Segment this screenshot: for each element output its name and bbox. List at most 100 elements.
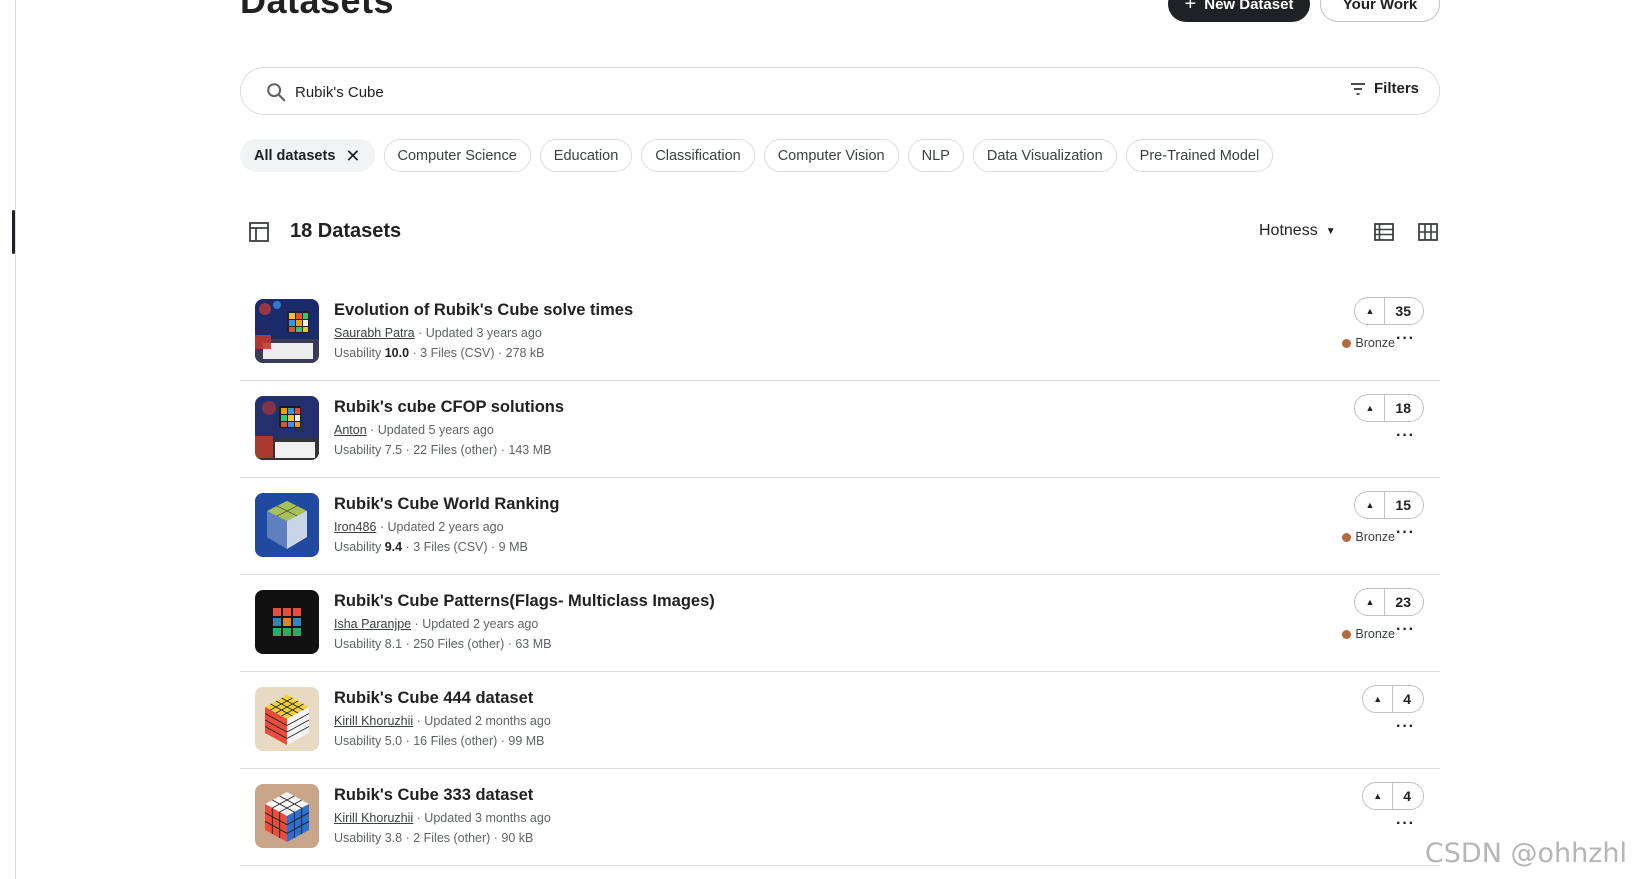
- dataset-updated: · Updated 2 years ago: [411, 617, 539, 631]
- dataset-author-line: Iron486 · Updated 2 years ago: [334, 520, 504, 534]
- grid-view-icon[interactable]: [1417, 221, 1439, 243]
- dataset-stats-line: Usability 7.5 · 22 Files (other) · 143 M…: [334, 443, 551, 457]
- more-horiz-icon[interactable]: ···: [1396, 621, 1415, 639]
- upvote-widget: ▲ 23: [1354, 588, 1424, 616]
- dataset-updated: · Updated 5 years ago: [366, 423, 494, 437]
- usability-score: 9.4: [384, 540, 403, 554]
- more-horiz-icon[interactable]: ···: [1396, 524, 1415, 542]
- dataset-updated: · Updated 2 months ago: [413, 714, 551, 728]
- usability-label: Usability: [334, 443, 385, 457]
- search-icon: [267, 83, 286, 102]
- medal-badge: Bronze: [1342, 530, 1395, 544]
- bronze-medal-icon: [1342, 338, 1352, 348]
- dataset-row[interactable]: Rubik's Cube Patterns(Flags- Multiclass …: [240, 575, 1440, 672]
- caret-down-icon: ▼: [1325, 225, 1336, 237]
- dataset-author[interactable]: Kirill Khoruzhii: [334, 714, 413, 728]
- dataset-row[interactable]: Rubik's cube CFOP solutions Anton · Upda…: [240, 381, 1440, 478]
- upvote-widget: ▲ 35: [1354, 297, 1424, 325]
- chip-education[interactable]: Education: [539, 139, 633, 172]
- usability-score: 10.0: [384, 346, 410, 360]
- category-chips: All datasets ✕ Computer Science Educatio…: [240, 139, 1274, 172]
- more-horiz-icon[interactable]: ···: [1396, 330, 1415, 348]
- dataset-row[interactable]: Rubik's Cube 444 dataset Kirill Khoruzhi…: [240, 672, 1440, 769]
- bronze-medal-icon: [1342, 629, 1352, 639]
- chip-classification[interactable]: Classification: [641, 139, 755, 172]
- dataset-files: · 2 Files (other) · 90 kB: [402, 831, 534, 845]
- upvote-arrow-icon[interactable]: ▲: [1355, 298, 1386, 324]
- chip-computer-science[interactable]: Computer Science: [383, 139, 531, 172]
- filter-icon: [1350, 82, 1365, 95]
- dataset-thumbnail: [255, 784, 319, 848]
- chip-label: All datasets: [254, 147, 336, 164]
- your-work-button[interactable]: Your Work: [1320, 0, 1440, 22]
- dataset-author[interactable]: Iron486: [334, 520, 376, 534]
- dataset-stats-line: Usability 10.0 · 3 Files (CSV) · 278 kB: [334, 346, 545, 360]
- dataset-thumbnail: [255, 493, 319, 557]
- usability-label: Usability: [334, 540, 385, 554]
- dataset-author-line: Kirill Khoruzhii · Updated 2 months ago: [334, 714, 551, 728]
- dataset-author-line: Kirill Khoruzhii · Updated 3 months ago: [334, 811, 551, 825]
- medal-label: Bronze: [1355, 530, 1395, 544]
- vote-count: 23: [1395, 594, 1411, 610]
- close-icon[interactable]: ✕: [345, 147, 360, 165]
- usability-score: 3.8: [384, 831, 403, 845]
- dataset-author[interactable]: Anton: [334, 423, 367, 437]
- dataset-files: · 3 Files (CSV) · 9 MB: [402, 540, 528, 554]
- upvote-arrow-icon[interactable]: ▲: [1355, 492, 1386, 518]
- dataset-title[interactable]: Rubik's cube CFOP solutions: [334, 398, 564, 417]
- usability-score: 5.0: [384, 734, 403, 748]
- chip-pre-trained-model[interactable]: Pre-Trained Model: [1125, 139, 1274, 172]
- dataset-author-line: Anton · Updated 5 years ago: [334, 423, 494, 437]
- dataset-stats-line: Usability 3.8 · 2 Files (other) · 90 kB: [334, 831, 533, 845]
- bronze-medal-icon: [1342, 532, 1352, 542]
- dataset-author[interactable]: Kirill Khoruzhii: [334, 811, 413, 825]
- sort-dropdown[interactable]: Hotness ▼: [1259, 222, 1336, 240]
- upvote-arrow-icon[interactable]: ▲: [1363, 686, 1394, 712]
- dataset-author[interactable]: Saurabh Patra: [334, 326, 415, 340]
- chip-data-visualization[interactable]: Data Visualization: [972, 139, 1117, 172]
- chip-computer-vision[interactable]: Computer Vision: [763, 139, 899, 172]
- upvote-widget: ▲ 15: [1354, 491, 1424, 519]
- dataset-author-line: Saurabh Patra · Updated 3 years ago: [334, 326, 542, 340]
- dataset-title[interactable]: Rubik's Cube 333 dataset: [334, 786, 533, 805]
- vote-count: 15: [1395, 497, 1411, 513]
- dataset-row[interactable]: Rubik's Cube 333 dataset Kirill Khoruzhi…: [240, 769, 1440, 866]
- dataset-title[interactable]: Evolution of Rubik's Cube solve times: [334, 301, 633, 320]
- chip-nlp[interactable]: NLP: [907, 139, 964, 172]
- results-count: 18 Datasets: [290, 220, 402, 242]
- upvote-arrow-icon[interactable]: ▲: [1363, 783, 1394, 809]
- search-input[interactable]: [295, 78, 1195, 106]
- page-title: Datasets: [240, 0, 395, 21]
- more-horiz-icon[interactable]: ···: [1396, 815, 1415, 833]
- dataset-list: Evolution of Rubik's Cube solve times Sa…: [240, 284, 1440, 866]
- table-icon: [249, 222, 269, 242]
- upvote-widget: ▲ 18: [1354, 394, 1424, 422]
- upvote-widget: ▲ 4: [1362, 782, 1424, 810]
- list-view-icon[interactable]: [1373, 221, 1395, 243]
- results-bar: 18 Datasets Hotness ▼: [240, 214, 1440, 250]
- dataset-title[interactable]: Rubik's Cube Patterns(Flags- Multiclass …: [334, 592, 715, 611]
- upvote-arrow-icon[interactable]: ▲: [1355, 395, 1386, 421]
- search-bar[interactable]: Filters: [240, 67, 1440, 115]
- filters-button[interactable]: Filters: [1350, 80, 1419, 97]
- dataset-stats-line: Usability 5.0 · 16 Files (other) · 99 MB: [334, 734, 545, 748]
- more-horiz-icon[interactable]: ···: [1396, 718, 1415, 736]
- dataset-row[interactable]: Rubik's Cube World Ranking Iron486 · Upd…: [240, 478, 1440, 575]
- dataset-files: · 3 Files (CSV) · 278 kB: [409, 346, 545, 360]
- dataset-title[interactable]: Rubik's Cube World Ranking: [334, 495, 559, 514]
- dataset-author[interactable]: Isha Paranjpe: [334, 617, 411, 631]
- dataset-thumbnail: [255, 396, 319, 460]
- dataset-updated: · Updated 3 years ago: [414, 326, 542, 340]
- dataset-updated: · Updated 3 months ago: [413, 811, 551, 825]
- usability-score: 8.1: [384, 637, 403, 651]
- dataset-files: · 250 Files (other) · 63 MB: [402, 637, 552, 651]
- dataset-title[interactable]: Rubik's Cube 444 dataset: [334, 689, 533, 708]
- upvote-arrow-icon[interactable]: ▲: [1355, 589, 1386, 615]
- chip-all-datasets[interactable]: All datasets ✕: [240, 139, 375, 172]
- dataset-row[interactable]: Evolution of Rubik's Cube solve times Sa…: [240, 284, 1440, 381]
- new-dataset-button[interactable]: + New Dataset: [1168, 0, 1310, 22]
- usability-label: Usability: [334, 346, 385, 360]
- dataset-updated: · Updated 2 years ago: [376, 520, 504, 534]
- dataset-files: · 16 Files (other) · 99 MB: [402, 734, 545, 748]
- more-horiz-icon[interactable]: ···: [1396, 427, 1415, 445]
